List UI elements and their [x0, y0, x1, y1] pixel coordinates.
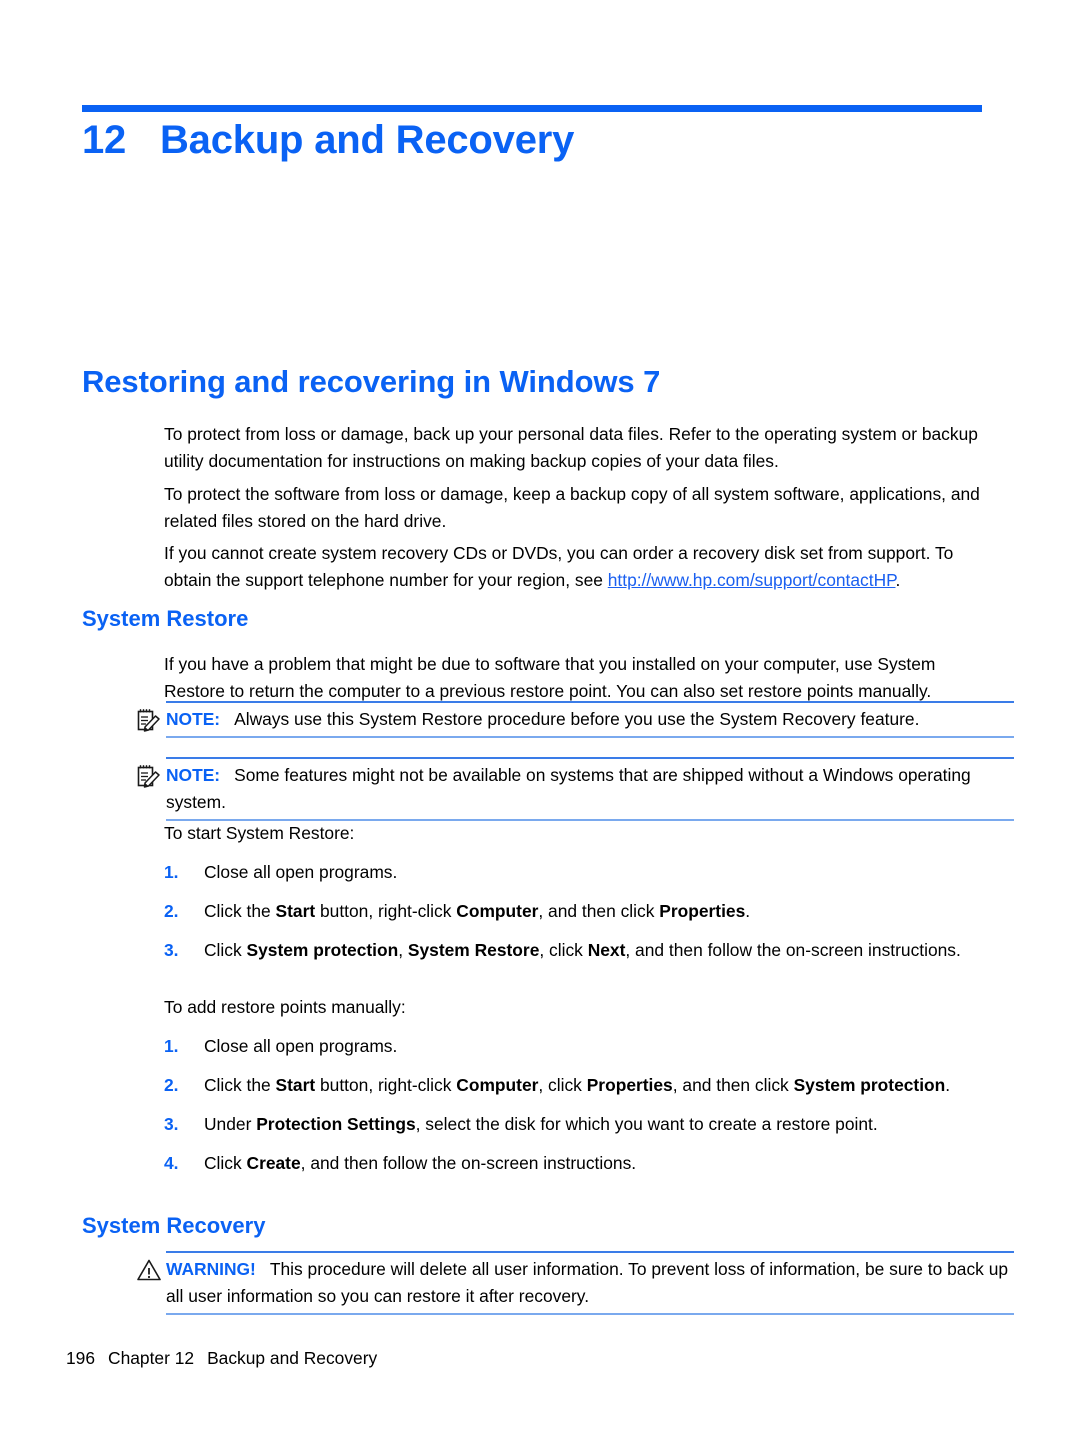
chapter-title-text: Backup and Recovery	[160, 118, 575, 162]
warning-body: This procedure will delete all user info…	[166, 1259, 1009, 1306]
list-item: 1. Close all open programs.	[164, 1033, 982, 1060]
page-title: Restoring and recovering in Windows 7	[82, 364, 661, 399]
list-item-text: Click Create, and then follow the on-scr…	[204, 1153, 637, 1173]
note-body-1: Always use this System Restore procedure…	[234, 709, 920, 729]
note-body-2: Some features might not be available on …	[166, 765, 971, 812]
warning-box: WARNING! This procedure will delete all u…	[166, 1251, 1014, 1315]
paragraph-system-restore-intro: If you have a problem that might be due …	[164, 654, 936, 701]
paragraph-start-system-restore: To start System Restore:	[164, 823, 355, 843]
document-page: 12 Backup and Recovery Restoring and reco…	[0, 0, 1080, 1437]
section-heading-system-restore: System Restore	[82, 606, 249, 631]
chapter-number: 12	[82, 118, 127, 162]
list-item-number: 2.	[164, 1075, 179, 1095]
list-item-number: 3.	[164, 940, 179, 960]
list-item-text: Close all open programs.	[204, 1036, 398, 1056]
paragraph-add-restore-points: To add restore points manually:	[164, 997, 406, 1017]
warning-text: WARNING! This procedure will delete all u…	[166, 1253, 1014, 1313]
list-item: 4. Click Create, and then follow the on-…	[164, 1150, 982, 1177]
footer-chapter-label: Chapter 12	[108, 1348, 195, 1368]
warning-triangle-icon	[136, 1257, 162, 1283]
note-box-2: NOTE: Some features might not be availabl…	[166, 757, 1014, 821]
note-text-2: NOTE: Some features might not be availabl…	[166, 759, 1014, 819]
list-item-text: Under Protection Settings, select the di…	[204, 1114, 878, 1134]
list-item-number: 2.	[164, 901, 179, 921]
paragraph-recovery-disk: If you cannot create system recovery CDs…	[164, 540, 982, 594]
contact-hp-link[interactable]: http://www.hp.com/support/contactHP	[608, 570, 896, 590]
section-heading-system-recovery: System Recovery	[82, 1213, 266, 1238]
list-item: 1. Close all open programs.	[164, 859, 982, 886]
list-item-number: 4.	[164, 1153, 179, 1173]
list-item-number: 1.	[164, 862, 179, 882]
list-item: 3. Under Protection Settings, select the…	[164, 1111, 982, 1138]
paragraph-protect-software: To protect the software from loss or dam…	[164, 484, 980, 531]
chapter-title: 12 Backup and Recovery	[82, 118, 574, 163]
note-icon	[136, 707, 162, 733]
list-item: 3. Click System protection, System Resto…	[164, 937, 982, 964]
list-item: 2. Click the Start button, right-click C…	[164, 898, 982, 925]
list-item: 2. Click the Start button, right-click C…	[164, 1072, 982, 1099]
note-label-2: NOTE:	[166, 765, 221, 785]
list-item-text: Click System protection, System Restore,…	[204, 940, 961, 960]
paragraph-protect-data: To protect from loss or damage, back up …	[164, 424, 978, 471]
page-footer: 196 Chapter 12 Backup and Recovery	[66, 1348, 377, 1369]
note-icon	[136, 763, 162, 789]
note-text-1: NOTE: Always use this System Restore proc…	[166, 703, 1014, 736]
warning-label: WARNING!	[166, 1259, 256, 1279]
list-item-number: 3.	[164, 1114, 179, 1134]
list-start-system-restore: 1. Close all open programs. 2. Click the…	[164, 859, 982, 964]
list-item-number: 1.	[164, 1036, 179, 1056]
note-box-1: NOTE: Always use this System Restore proc…	[166, 701, 1014, 738]
footer-chapter-title: Backup and Recovery	[207, 1348, 378, 1368]
list-item-text: Close all open programs.	[204, 862, 398, 882]
list-item-text: Click the Start button, right-click Comp…	[204, 1075, 951, 1095]
footer-page-number: 196	[66, 1348, 96, 1368]
list-add-restore-points: 1. Close all open programs. 2. Click the…	[164, 1033, 982, 1177]
chapter-rule	[82, 105, 982, 112]
paragraph-recovery-disk-tail: .	[895, 570, 901, 590]
list-item-text: Click the Start button, right-click Comp…	[204, 901, 751, 921]
note-label-1: NOTE:	[166, 709, 221, 729]
